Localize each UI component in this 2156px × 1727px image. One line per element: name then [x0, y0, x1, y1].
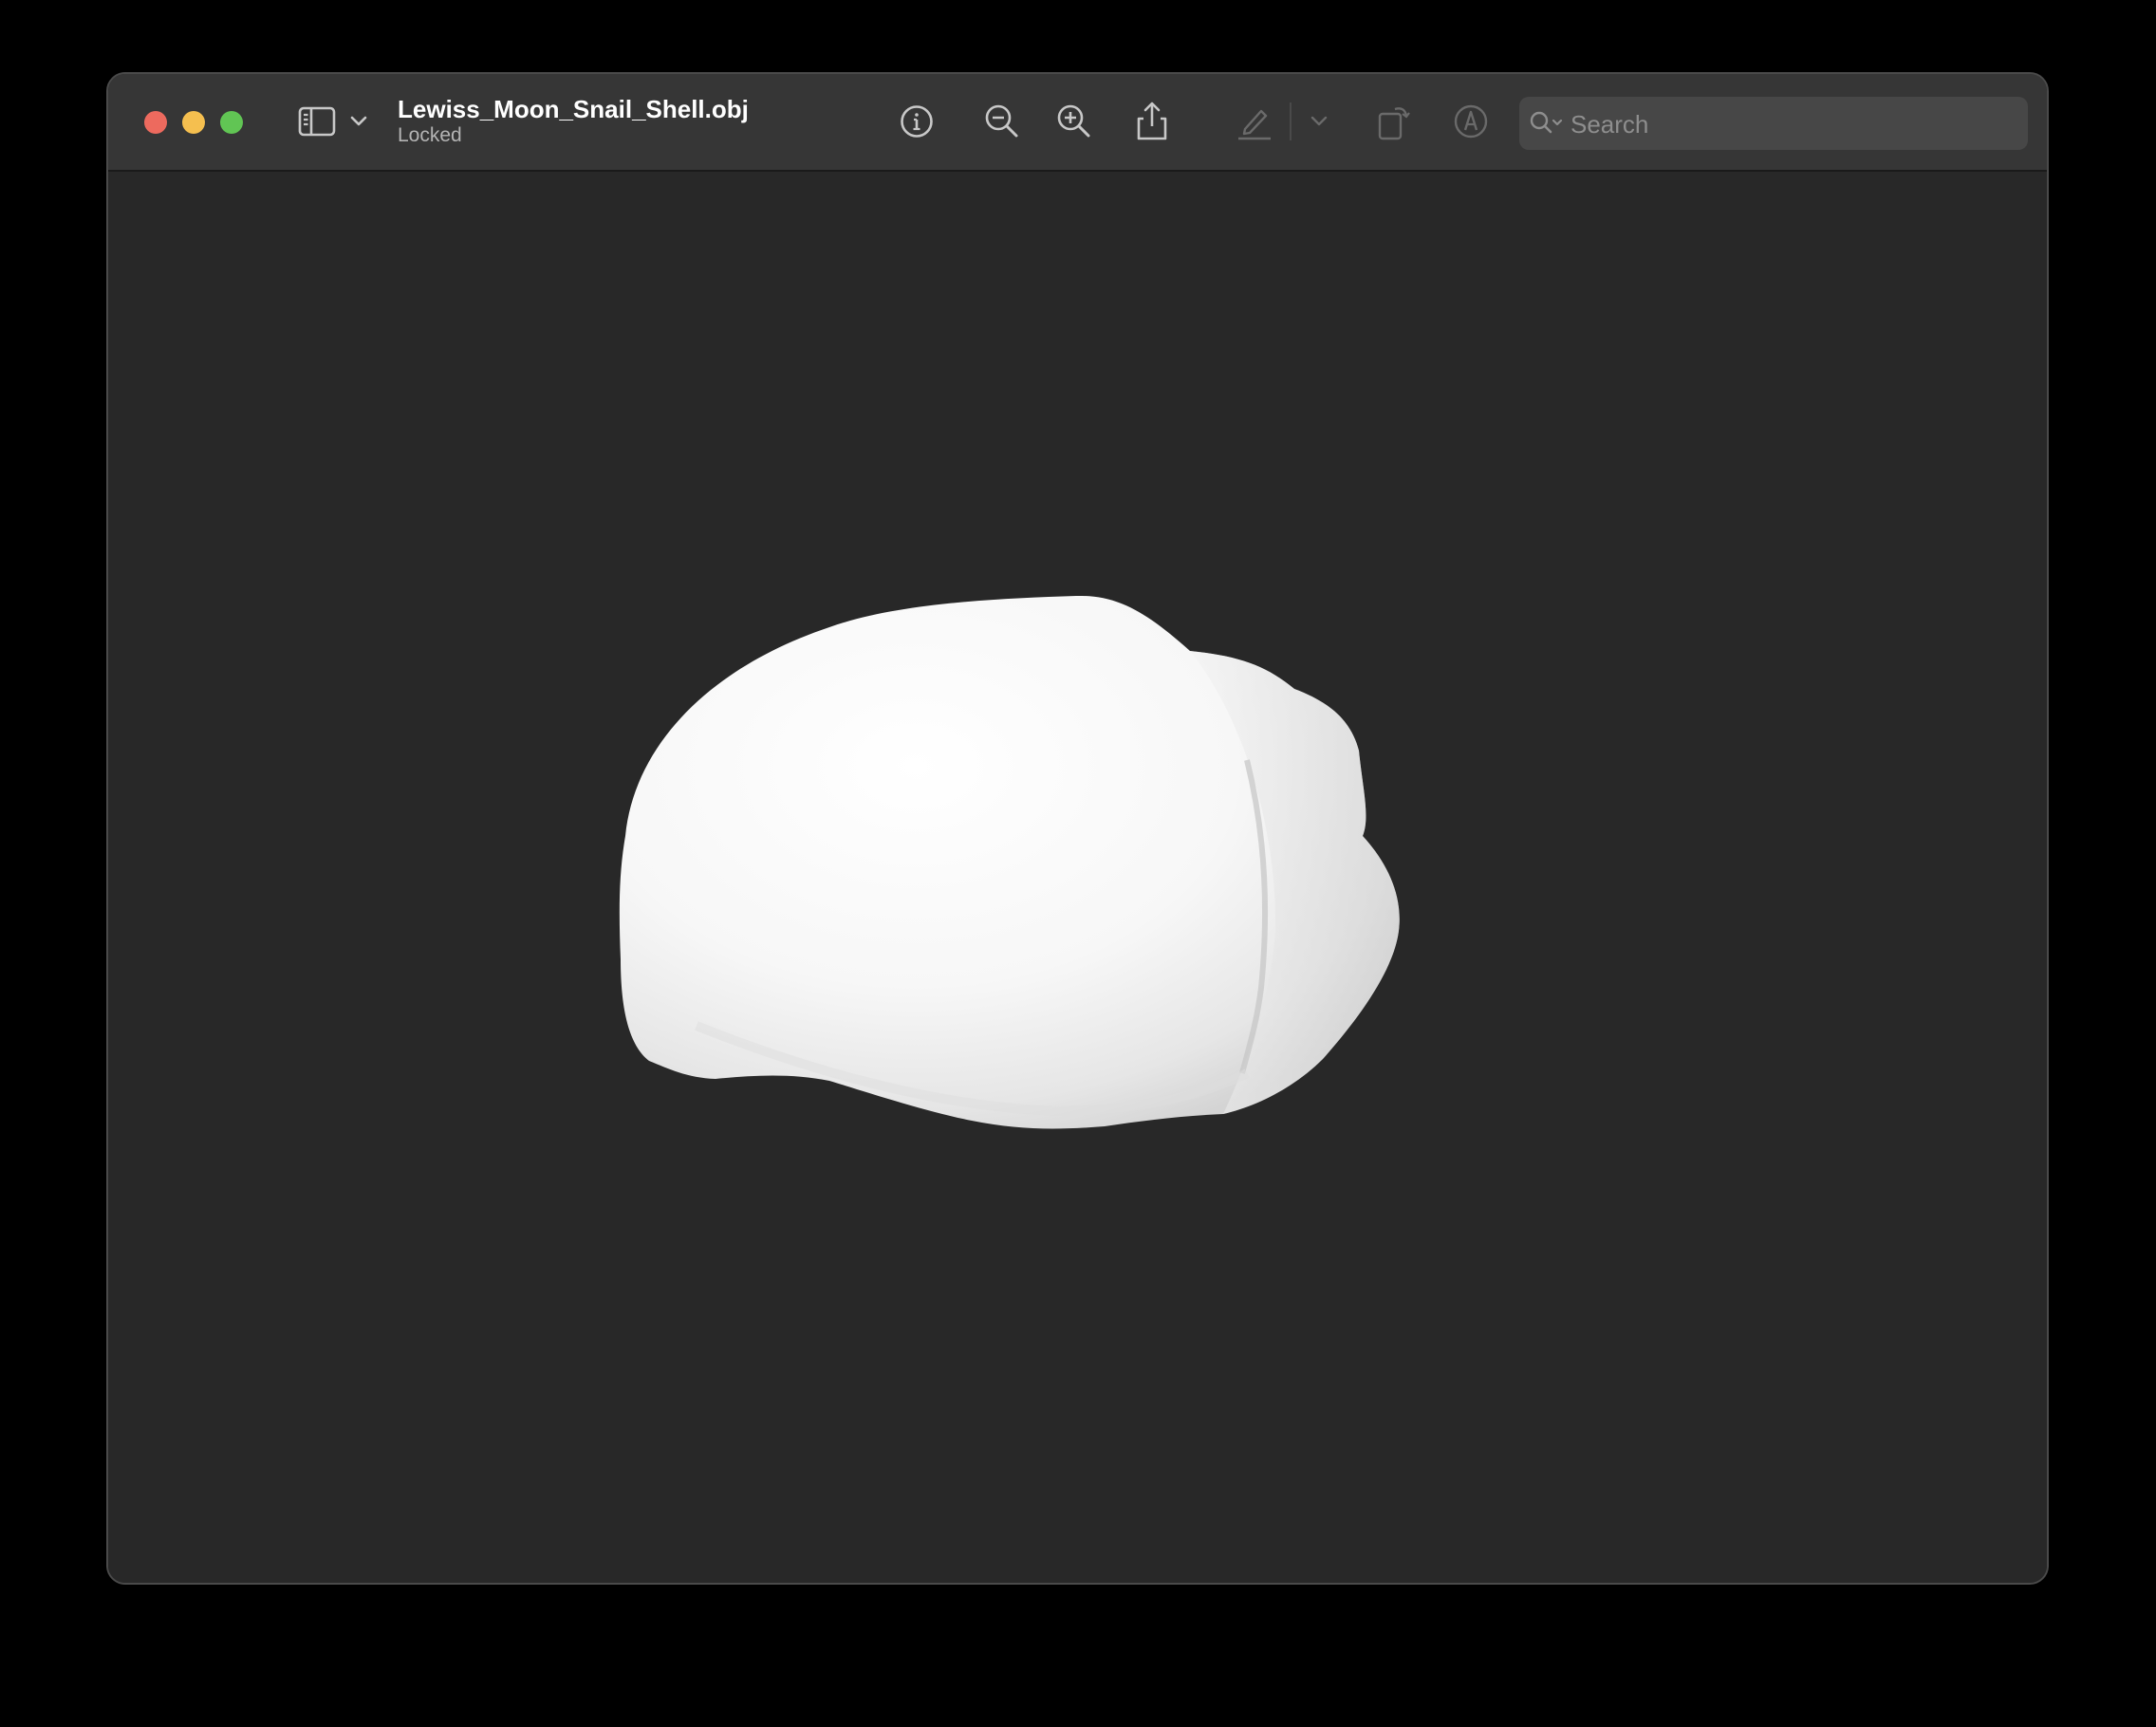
share-button[interactable] [1131, 97, 1173, 144]
toolbar-divider [1290, 102, 1292, 140]
zoom-window-button[interactable] [220, 111, 243, 134]
sidebar-menu-button[interactable] [345, 110, 372, 133]
sidebar-toggle-button[interactable] [296, 102, 338, 140]
rotate-button[interactable] [1372, 99, 1414, 144]
sidebar-icon [298, 106, 336, 137]
markup-menu-button[interactable] [1306, 110, 1332, 133]
annotate-button[interactable] [1450, 101, 1492, 142]
chevron-down-icon [350, 116, 367, 127]
document-title: Lewiss_Moon_Snail_Shell.obj [398, 95, 749, 123]
zoom-in-icon [1055, 102, 1093, 140]
minimize-button[interactable] [182, 111, 205, 134]
zoom-out-button[interactable] [981, 101, 1023, 142]
document-status: Locked [398, 124, 462, 146]
shell-3d-model[interactable] [108, 172, 2047, 1585]
pencil-icon [1236, 102, 1273, 140]
share-icon [1135, 100, 1169, 141]
zoom-out-icon [983, 102, 1021, 140]
chevron-down-icon [1310, 116, 1328, 127]
markup-button[interactable] [1234, 101, 1275, 142]
document-title-block[interactable]: Lewiss_Moon_Snail_Shell.obj Locked [398, 95, 749, 148]
preview-window: Lewiss_Moon_Snail_Shell.obj Locked [106, 72, 2049, 1585]
zoom-in-button[interactable] [1053, 101, 1095, 142]
search-field[interactable] [1519, 97, 2028, 150]
close-button[interactable] [144, 111, 167, 134]
search-icon [1529, 110, 1567, 137]
model-viewport[interactable] [108, 172, 2047, 1585]
toolbar: Lewiss_Moon_Snail_Shell.obj Locked [108, 74, 2047, 172]
rotate-icon [1374, 101, 1412, 142]
info-icon [899, 103, 935, 139]
info-button[interactable] [896, 101, 938, 142]
annotate-icon [1452, 102, 1490, 140]
search-input[interactable] [1569, 104, 2018, 144]
